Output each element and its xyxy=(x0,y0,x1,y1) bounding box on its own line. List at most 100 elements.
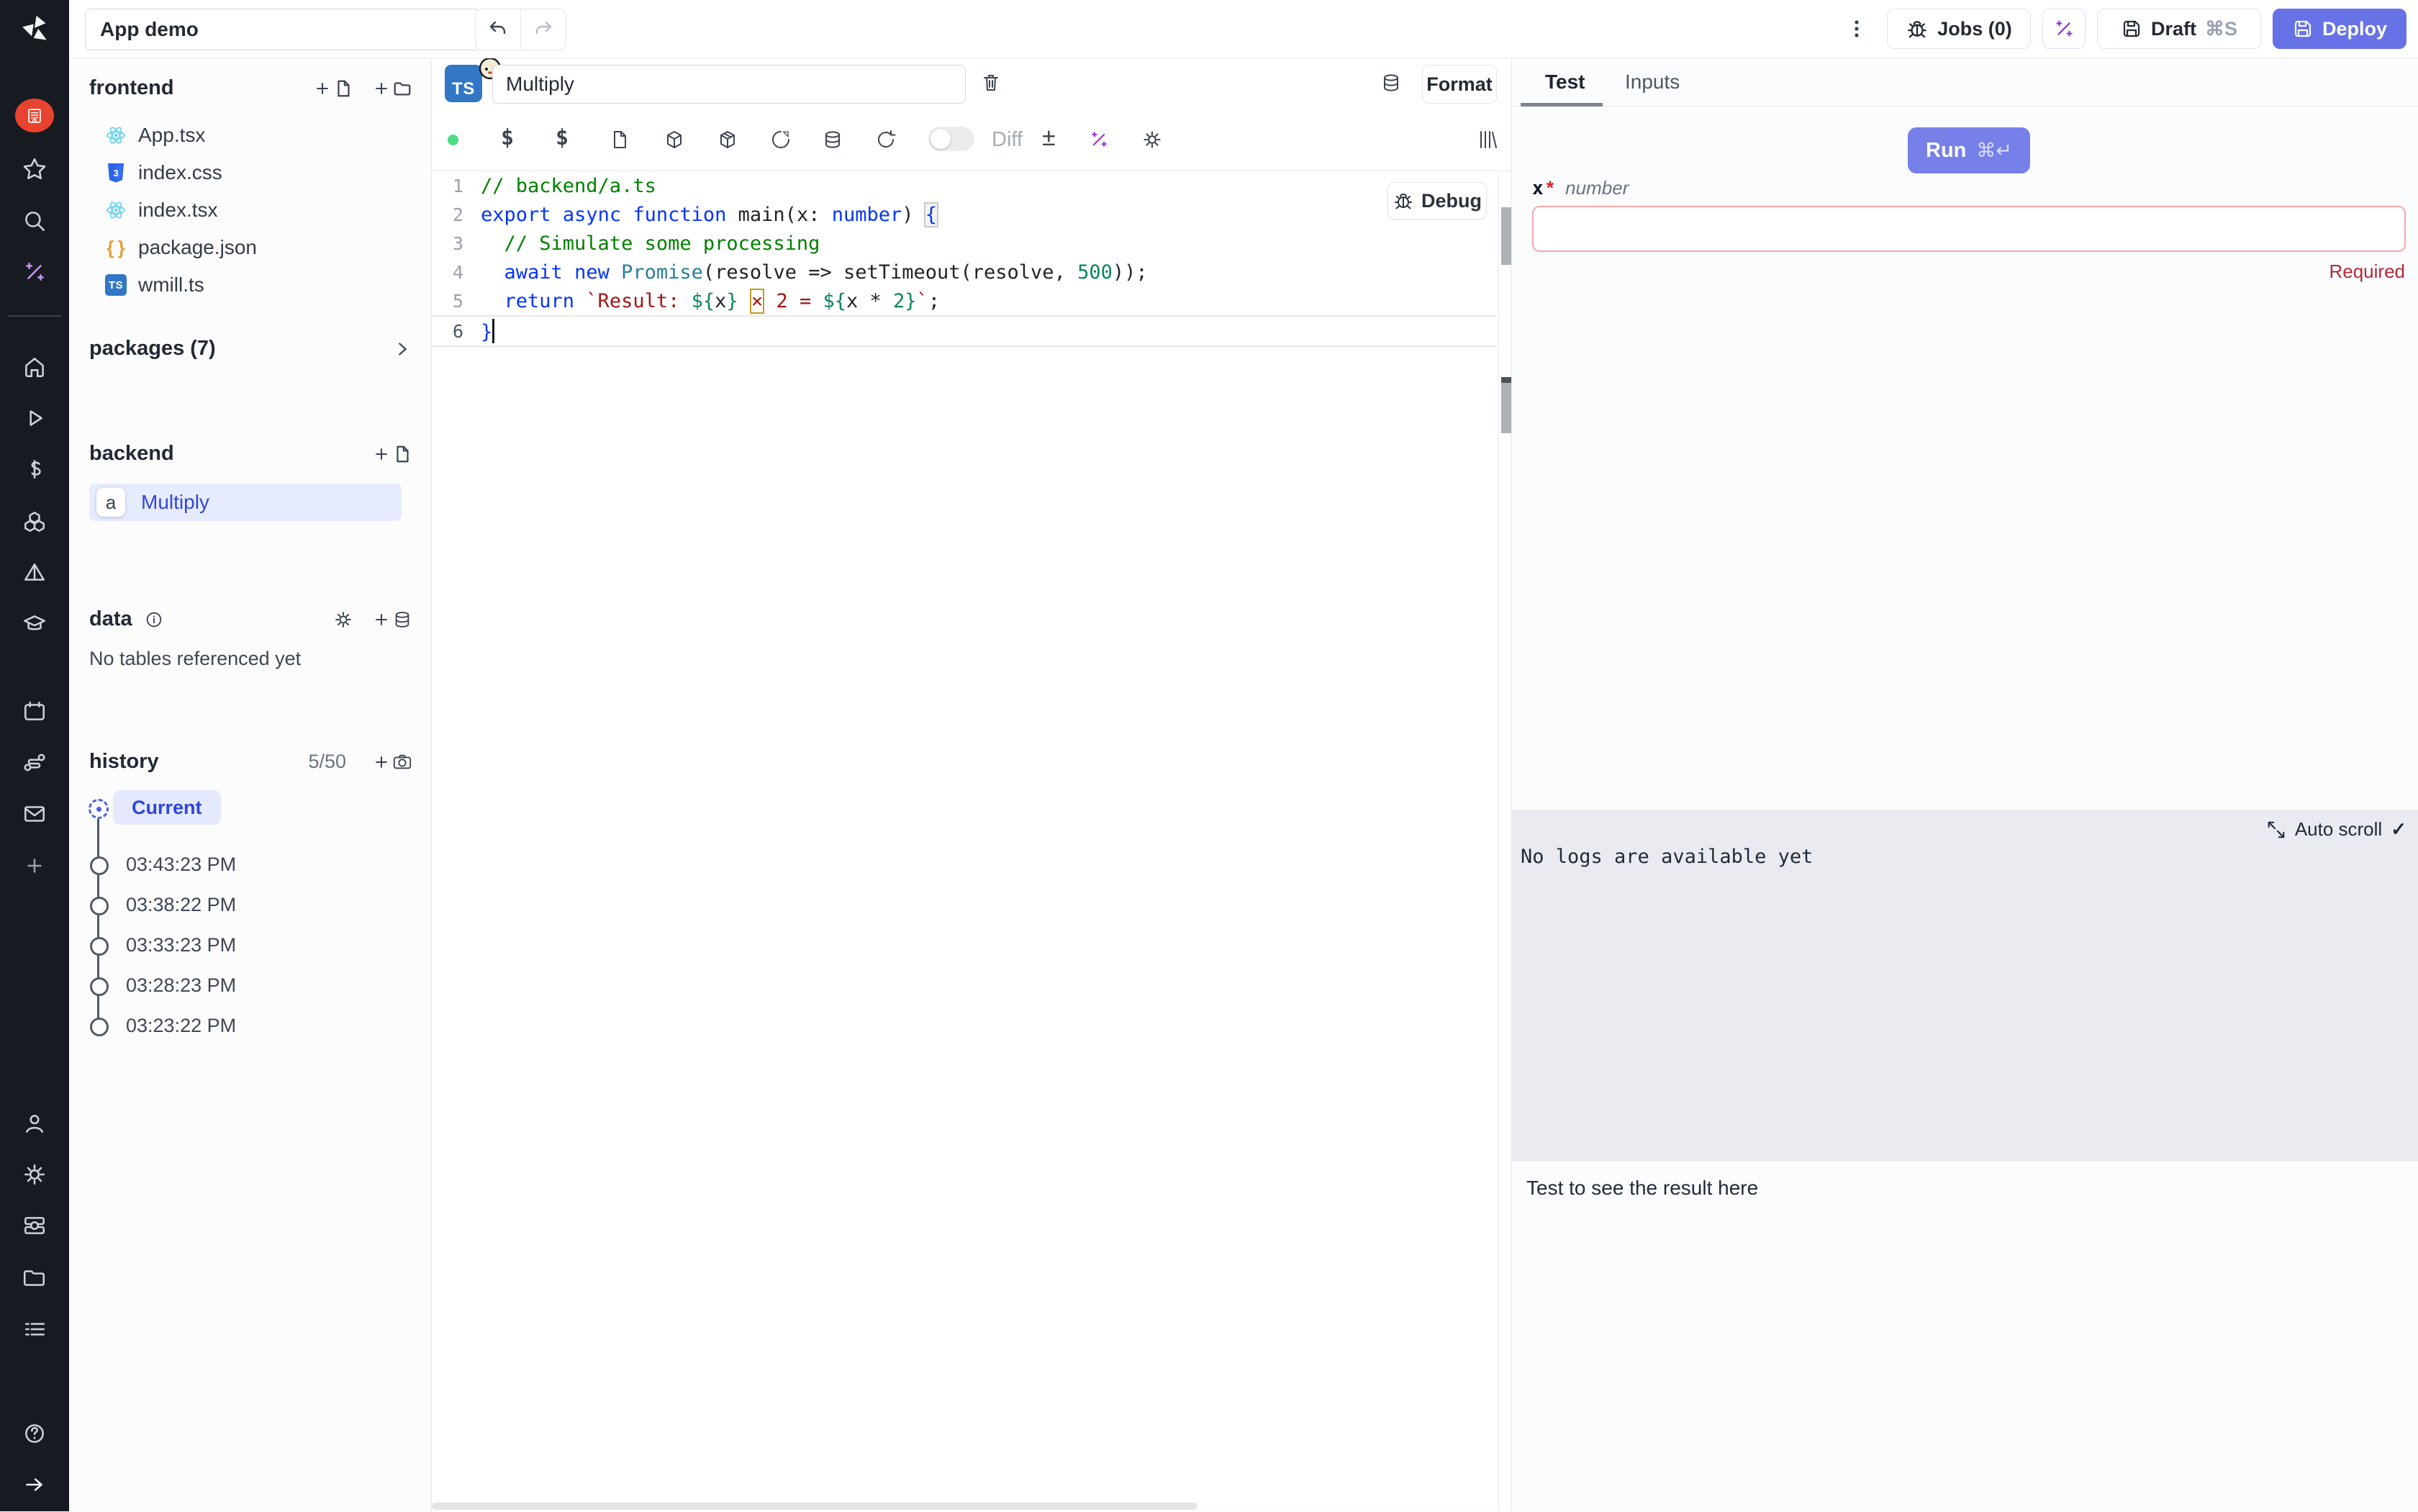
redo-button[interactable] xyxy=(520,9,566,50)
draft-button[interactable]: Draft ⌘S xyxy=(2097,9,2261,49)
diff-toggle[interactable] xyxy=(928,127,974,151)
nav-rail xyxy=(0,0,69,1511)
code-token: function xyxy=(633,204,726,226)
editor-scrollbar[interactable] xyxy=(1498,171,1512,1511)
history-node-icon[interactable] xyxy=(90,1018,109,1036)
history-node-icon[interactable] xyxy=(90,977,109,996)
history-node-icon[interactable] xyxy=(90,856,109,875)
resources-dollar-icon[interactable]: $ xyxy=(556,125,577,147)
history-node-icon[interactable] xyxy=(90,897,109,915)
debug-button[interactable]: Debug xyxy=(1387,182,1487,219)
argument-x-input[interactable] xyxy=(1532,206,2406,252)
code-token: ` xyxy=(917,290,928,312)
workers-icon[interactable] xyxy=(22,1213,47,1239)
logs-panel: Auto scroll ✓ No logs are available yet xyxy=(1512,810,2418,1160)
add-folder-button[interactable] xyxy=(372,78,412,99)
workspace-avatar[interactable] xyxy=(15,99,54,132)
required-error-text: Required xyxy=(2329,261,2405,283)
file-row-app-tsx[interactable]: App.tsx xyxy=(89,117,406,154)
react-icon xyxy=(105,125,127,146)
schedules-prism-icon[interactable] xyxy=(22,560,47,586)
code-line[interactable]: 1// backend/a.ts xyxy=(432,171,1497,200)
folders-icon[interactable] xyxy=(22,1265,47,1291)
undo-button[interactable] xyxy=(476,9,520,50)
tab-test[interactable]: Test xyxy=(1545,58,1585,107)
code-content[interactable]: 1// backend/a.ts2export async function m… xyxy=(432,171,1497,347)
autoscroll-label[interactable]: Auto scroll xyxy=(2295,818,2382,841)
add-file-button[interactable] xyxy=(313,78,353,99)
code-line[interactable]: 4 await new Promise(resolve => setTimeou… xyxy=(432,258,1497,286)
history-entry[interactable]: 03:23:22 PM xyxy=(126,1015,236,1037)
mail-icon[interactable] xyxy=(22,801,47,827)
code-line[interactable]: 6} xyxy=(432,315,1497,347)
package-alt-icon[interactable] xyxy=(717,129,738,150)
variables-dollar-icon[interactable]: $ xyxy=(501,125,522,147)
code-token: × xyxy=(751,290,763,312)
history-node-icon[interactable] xyxy=(90,937,109,956)
jobs-button[interactable]: Jobs (0) xyxy=(1887,9,2031,49)
info-icon[interactable] xyxy=(144,610,164,630)
reload-icon[interactable] xyxy=(875,129,897,150)
autoscroll-check-icon[interactable]: ✓ xyxy=(2391,818,2406,841)
ai-wand-icon[interactable] xyxy=(1088,129,1110,150)
overflow-menu-icon[interactable] xyxy=(1841,12,1873,46)
history-current-item[interactable]: Current xyxy=(113,790,221,825)
add-backend-script-button[interactable] xyxy=(372,444,412,464)
run-circle-icon[interactable] xyxy=(770,129,792,150)
settings-gear-icon[interactable] xyxy=(22,1162,47,1187)
editor-horizontal-scrollbar[interactable] xyxy=(432,1503,1197,1510)
list-icon[interactable] xyxy=(22,1316,47,1342)
format-button[interactable]: Format xyxy=(1422,65,1497,104)
history-entry[interactable]: 03:33:23 PM xyxy=(126,934,236,956)
scrollbar-thumb[interactable] xyxy=(1501,383,1511,433)
run-button[interactable]: Run ⌘↵ xyxy=(1908,127,2030,173)
delete-script-trash-icon[interactable] xyxy=(980,72,1002,94)
script-name-input[interactable] xyxy=(492,65,966,104)
code-line[interactable]: 5 return `Result: ${x} × 2 = ${x * 2}`; xyxy=(432,286,1497,315)
file-name: package.json xyxy=(138,236,257,259)
data-settings-gear-icon[interactable] xyxy=(333,610,353,630)
script-file-icon[interactable] xyxy=(609,129,630,150)
backend-item-multiply[interactable]: a Multiply xyxy=(89,484,402,521)
file-row-index-css[interactable]: 3 index.css xyxy=(89,154,406,191)
scrollbar-thumb[interactable] xyxy=(1501,207,1511,265)
frontend-section-title: frontend xyxy=(89,76,174,100)
calendar-icon[interactable] xyxy=(22,699,47,725)
expand-rail-arrow-icon[interactable] xyxy=(22,1472,47,1498)
history-entry[interactable]: 03:28:23 PM xyxy=(126,974,236,997)
expand-logs-icon[interactable] xyxy=(2266,820,2286,840)
file-row-package-json[interactable]: { } package.json xyxy=(89,229,406,266)
editor-settings-gear-icon[interactable] xyxy=(1141,129,1163,150)
resources-cubes-icon[interactable] xyxy=(22,509,47,535)
user-icon[interactable] xyxy=(22,1110,47,1136)
packages-expand-chevron-icon[interactable] xyxy=(392,339,412,359)
add-plus-icon[interactable] xyxy=(22,853,47,879)
history-entry[interactable]: 03:38:22 PM xyxy=(126,894,236,916)
library-icon[interactable] xyxy=(1477,129,1498,150)
app-title-input[interactable] xyxy=(85,9,481,50)
tab-inputs[interactable]: Inputs xyxy=(1625,58,1680,107)
deploy-button[interactable]: Deploy xyxy=(2273,9,2406,49)
windmill-logo-icon[interactable] xyxy=(19,13,50,45)
home-icon[interactable] xyxy=(22,353,47,379)
schema-database-icon[interactable] xyxy=(822,129,843,150)
favorites-star-icon[interactable] xyxy=(22,156,47,182)
learn-cap-icon[interactable] xyxy=(22,611,47,637)
runs-play-icon[interactable] xyxy=(22,405,47,431)
routes-icon[interactable] xyxy=(22,750,47,776)
history-entry[interactable]: 03:43:23 PM xyxy=(126,854,236,876)
ai-assistant-button[interactable] xyxy=(2042,9,2086,49)
code-line[interactable]: 3 // Simulate some processing xyxy=(432,229,1497,258)
file-row-wmill-ts[interactable]: TS wmill.ts xyxy=(89,266,406,304)
search-icon[interactable] xyxy=(22,208,47,234)
package-icon[interactable] xyxy=(664,129,685,150)
add-database-button[interactable] xyxy=(372,610,412,630)
help-icon[interactable] xyxy=(22,1421,47,1447)
ai-wand-icon[interactable] xyxy=(22,259,47,285)
database-icon[interactable] xyxy=(1380,72,1402,94)
plus-minus-icon[interactable]: ± xyxy=(1042,124,1056,152)
code-line[interactable]: 2export async function main(x: number) { xyxy=(432,200,1497,229)
file-row-index-tsx[interactable]: index.tsx xyxy=(89,191,406,229)
variables-dollar-icon[interactable] xyxy=(22,456,47,482)
add-snapshot-button[interactable] xyxy=(372,752,412,772)
